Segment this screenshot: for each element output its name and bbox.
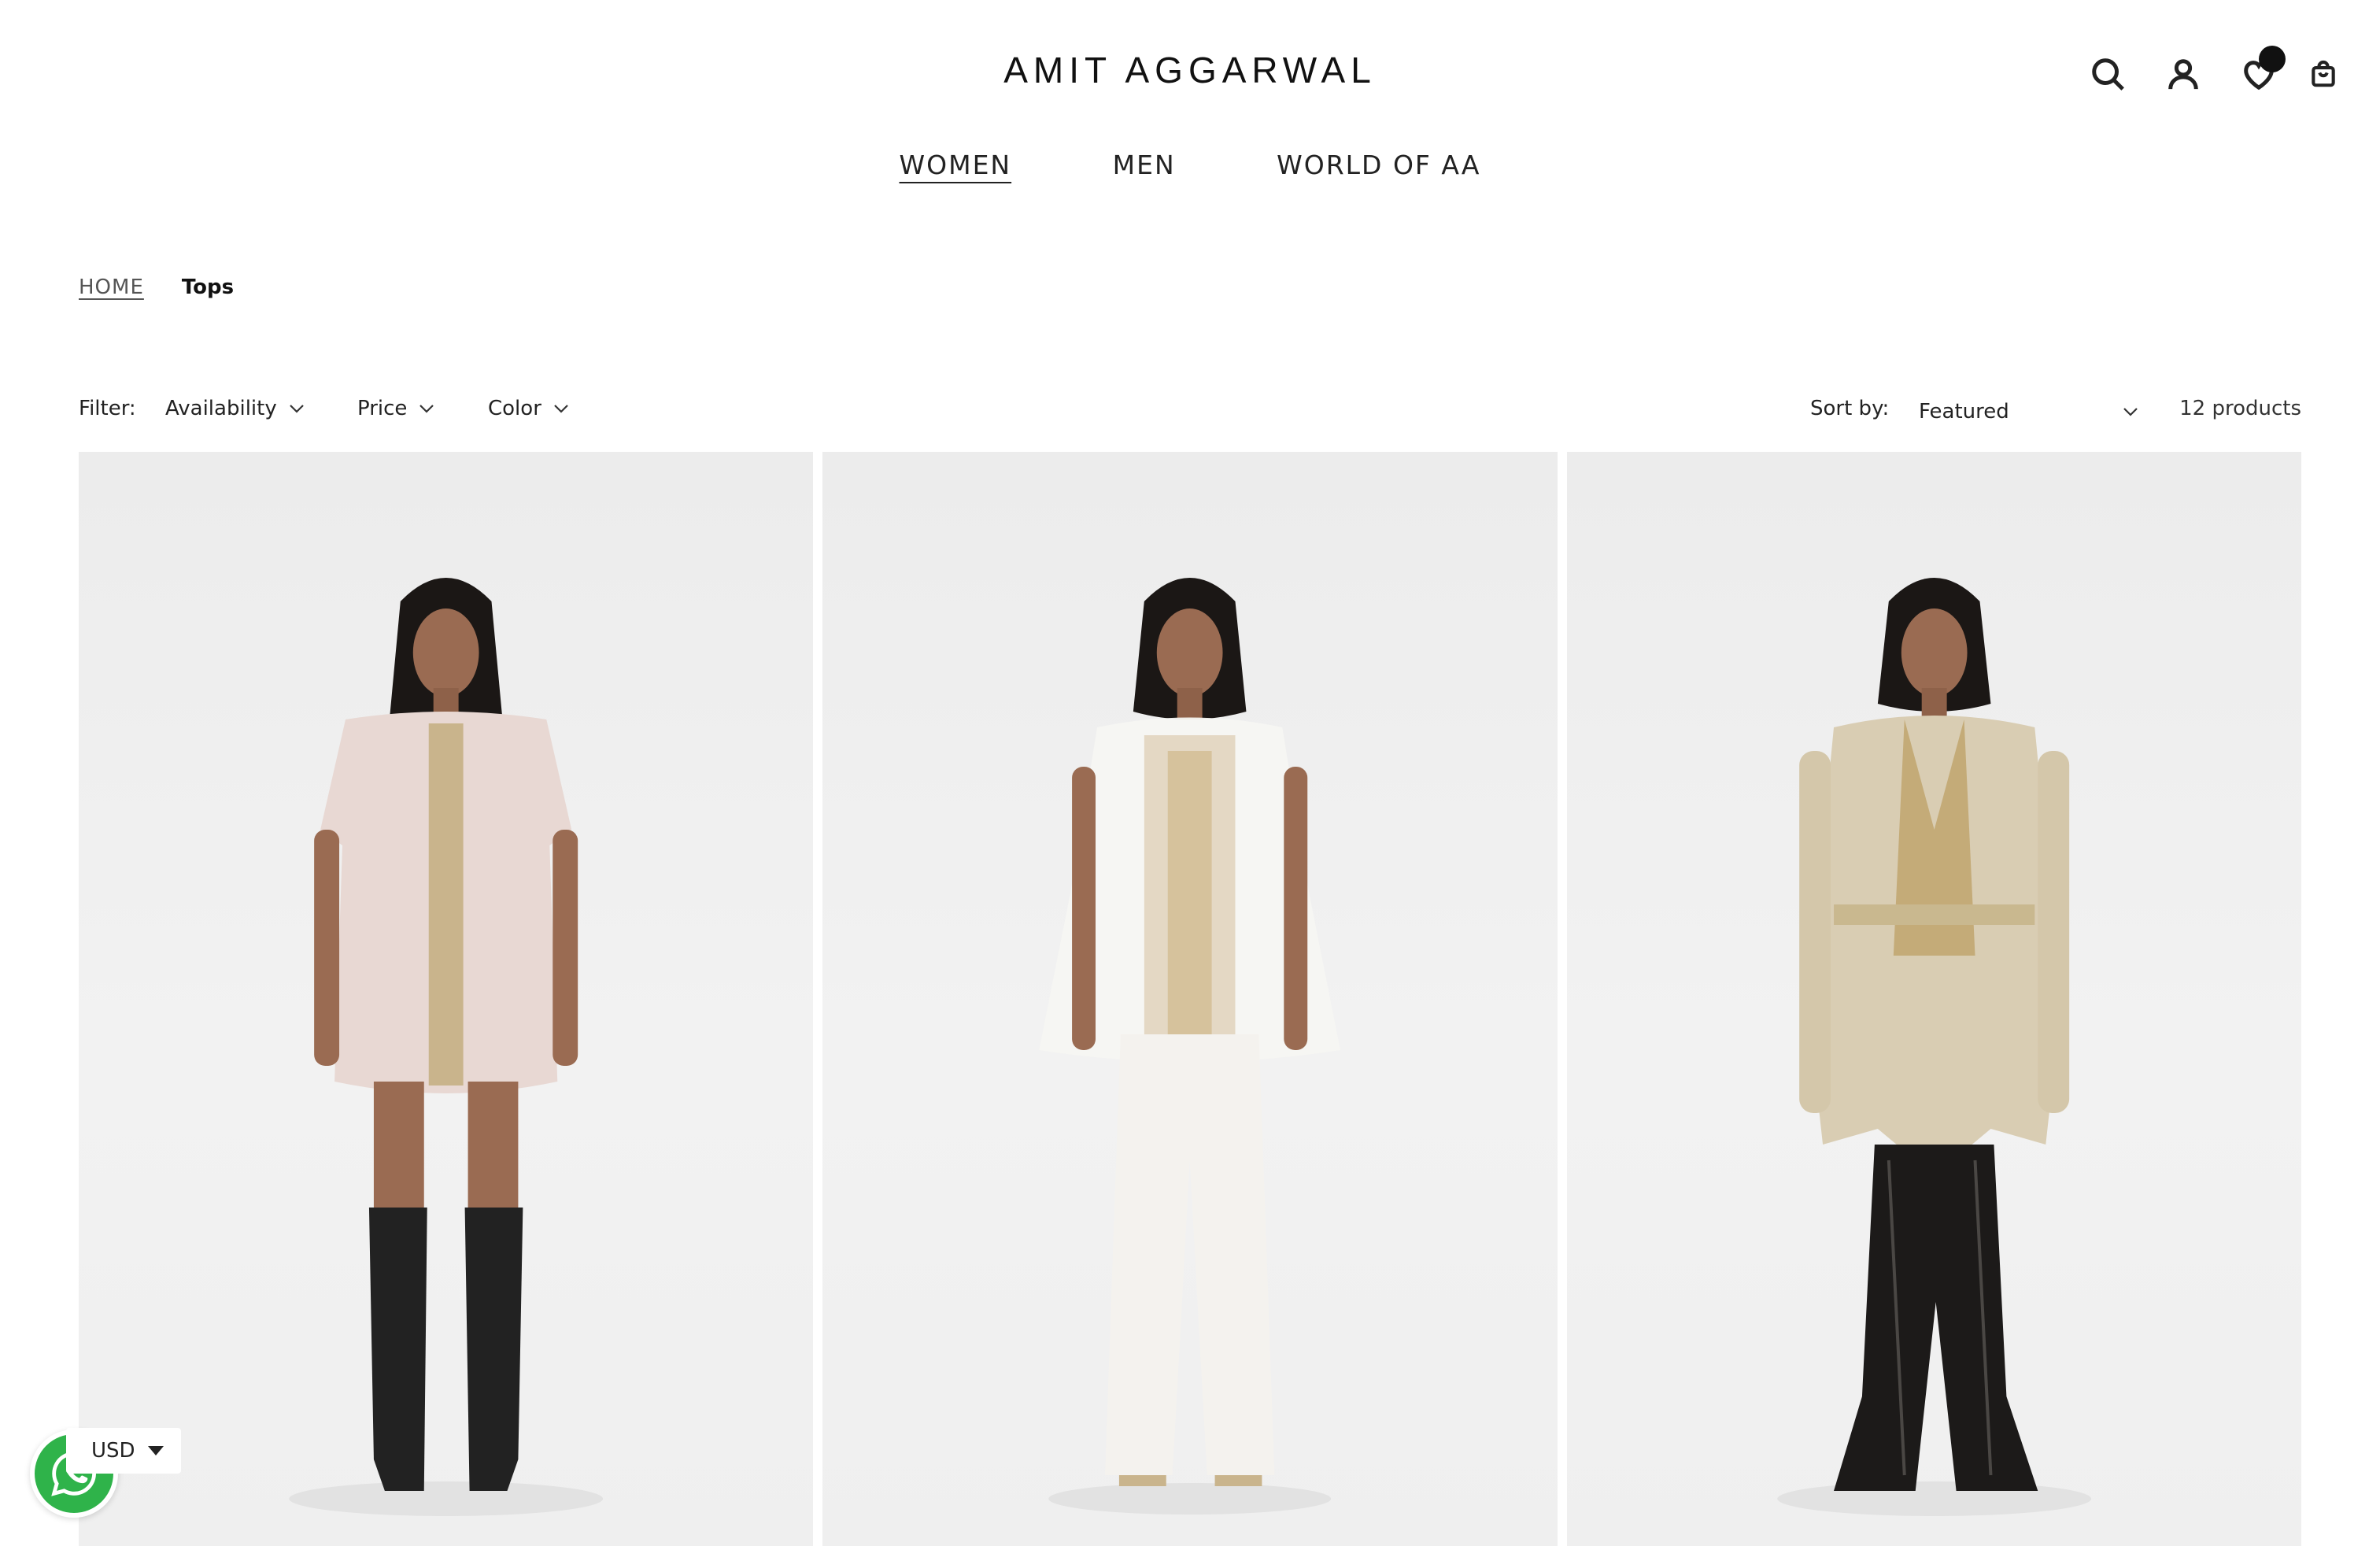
chevron-down-icon: [554, 405, 568, 413]
wishlist-badge: [2259, 46, 2286, 72]
product-grid: [79, 452, 2301, 1546]
filter-color[interactable]: Color: [488, 397, 570, 420]
sort-select[interactable]: Featured: [1919, 390, 2139, 427]
product-card[interactable]: [822, 452, 1558, 1546]
chevron-down-icon: [289, 405, 304, 413]
currency-selector[interactable]: USD: [66, 1428, 181, 1474]
sort-value: Featured: [1919, 400, 2009, 423]
chevron-down-icon: [419, 405, 434, 413]
product-image: [1776, 578, 2091, 1516]
filter-availability[interactable]: Availability: [165, 397, 305, 420]
nav-men[interactable]: MEN: [1113, 150, 1176, 180]
chevron-down-icon: [2123, 408, 2138, 416]
currency-value: USD: [91, 1439, 135, 1463]
cart-icon[interactable]: [2298, 49, 2349, 99]
product-image: [1039, 578, 1341, 1515]
product-image: [289, 578, 604, 1516]
nav-world-of-aa[interactable]: WORLD OF AA: [1277, 150, 1480, 180]
product-card[interactable]: [79, 452, 814, 1546]
breadcrumb: HOME Tops: [79, 276, 234, 299]
sort-label: Sort by:: [1810, 397, 1890, 420]
nav-women[interactable]: WOMEN: [900, 150, 1012, 180]
caret-down-icon: [148, 1446, 164, 1455]
product-count: 12 products: [2179, 397, 2301, 420]
main-navigation: WOMEN MEN WORLD OF AA: [0, 150, 2380, 180]
breadcrumb-current: Tops: [181, 276, 235, 299]
search-icon[interactable]: [2082, 49, 2133, 99]
filter-price-label: Price: [357, 397, 408, 420]
site-header: AMIT AGGARWAL WOMEN MEN WORLD OF AA: [0, 0, 2380, 213]
filter-availability-label: Availability: [165, 397, 277, 420]
account-icon[interactable]: [2158, 49, 2208, 99]
brand-logo[interactable]: AMIT AGGARWAL: [0, 49, 2380, 91]
filter-label: Filter:: [79, 397, 136, 420]
product-card[interactable]: [1566, 452, 2301, 1546]
wishlist-icon[interactable]: [2234, 46, 2286, 99]
filter-price[interactable]: Price: [357, 397, 435, 420]
breadcrumb-home[interactable]: HOME: [79, 276, 144, 299]
filter-bar: Filter: Availability Price Color Sort by…: [79, 390, 2301, 427]
filter-color-label: Color: [488, 397, 541, 420]
